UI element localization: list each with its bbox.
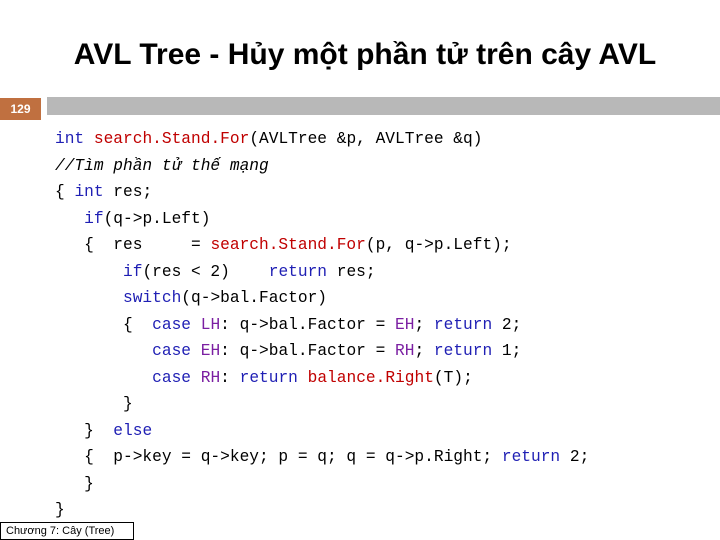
code-line: if(q->p.Left): [55, 206, 589, 233]
code-text: res;: [327, 262, 376, 281]
code-text: : q->bal.Factor =: [220, 315, 396, 334]
code-line: { p->key = q->key; p = q; q = q->p.Right…: [55, 444, 589, 471]
code-text: 1;: [492, 342, 522, 360]
keyword: if: [123, 262, 143, 281]
header-divider-bar: [47, 97, 720, 115]
function-name: search.Stand.For: [93, 130, 250, 148]
code-text: ;: [414, 342, 434, 360]
code-text: (AVLTree &p, AVLTree &q): [249, 130, 483, 148]
keyword: else: [113, 421, 153, 440]
code-text: (q->p.Left): [103, 209, 211, 228]
code-line: } else: [55, 418, 589, 445]
code-text: res;: [103, 183, 153, 201]
keyword: if: [84, 209, 104, 228]
code-text: 2;: [492, 315, 522, 334]
code-text: (q->bal.Factor): [181, 289, 328, 307]
code-text: : q->bal.Factor =: [220, 342, 396, 360]
keyword: case: [152, 342, 192, 360]
function-name: search.Stand.For: [210, 236, 366, 254]
keyword: case: [152, 315, 192, 334]
code-line: case RH: return balance.Right(T);: [55, 365, 589, 392]
keyword: return: [268, 262, 328, 281]
code-line: case EH: q->bal.Factor = RH; return 1;: [55, 338, 589, 365]
code-text: :: [220, 368, 240, 387]
code-text: {: [55, 315, 153, 334]
constant: RH: [200, 368, 221, 387]
keyword: case: [152, 368, 192, 387]
code-line: { case LH: q->bal.Factor = EH; return 2;: [55, 312, 589, 339]
code-text: (res < 2): [142, 262, 269, 281]
code-text: { p->key = q->key; p = q; q = q->p.Right…: [55, 448, 502, 466]
keyword: int: [74, 183, 104, 201]
code-text: }: [55, 395, 133, 413]
code-line: int search.Stand.For(AVLTree &p, AVLTree…: [55, 126, 589, 153]
constant: EH: [200, 342, 221, 360]
constant: EH: [395, 315, 415, 334]
code-line: { int res;: [55, 179, 589, 206]
code-text: ;: [414, 315, 434, 334]
code-line: switch(q->bal.Factor): [55, 285, 589, 312]
slide-number-badge: 129: [0, 98, 41, 120]
code-block: int search.Stand.For(AVLTree &p, AVLTree…: [55, 126, 589, 524]
keyword: switch: [123, 289, 182, 307]
code-text: (p, q->p.Left);: [365, 236, 512, 254]
keyword: return: [239, 368, 298, 387]
keyword: return: [433, 342, 493, 360]
code-text: { res =: [55, 236, 211, 254]
constant: LH: [200, 315, 221, 334]
code-line: { res = search.Stand.For(p, q->p.Left);: [55, 232, 589, 259]
constant: RH: [395, 342, 415, 360]
chapter-footer: Chương 7: Cây (Tree): [0, 522, 134, 540]
code-line: }: [55, 471, 589, 498]
slide-title: AVL Tree - Hủy một phần tử trên cây AVL: [73, 38, 657, 71]
code-text: }: [55, 421, 114, 440]
code-line: //Tìm phần tử thế mạng: [55, 153, 589, 180]
code-line: if(res < 2) return res;: [55, 259, 589, 286]
code-line: }: [55, 497, 589, 524]
keyword: int: [55, 130, 85, 148]
code-text: }: [55, 474, 94, 493]
function-name: balance.Right: [307, 368, 434, 387]
code-text: (T);: [433, 368, 473, 387]
code-text: 2;: [560, 448, 590, 466]
code-text: }: [55, 501, 65, 519]
keyword: return: [433, 315, 493, 334]
code-comment: //Tìm phần tử thế mạng: [55, 156, 269, 175]
code-line: }: [55, 391, 589, 418]
keyword: return: [501, 448, 561, 466]
code-text: {: [55, 183, 75, 201]
